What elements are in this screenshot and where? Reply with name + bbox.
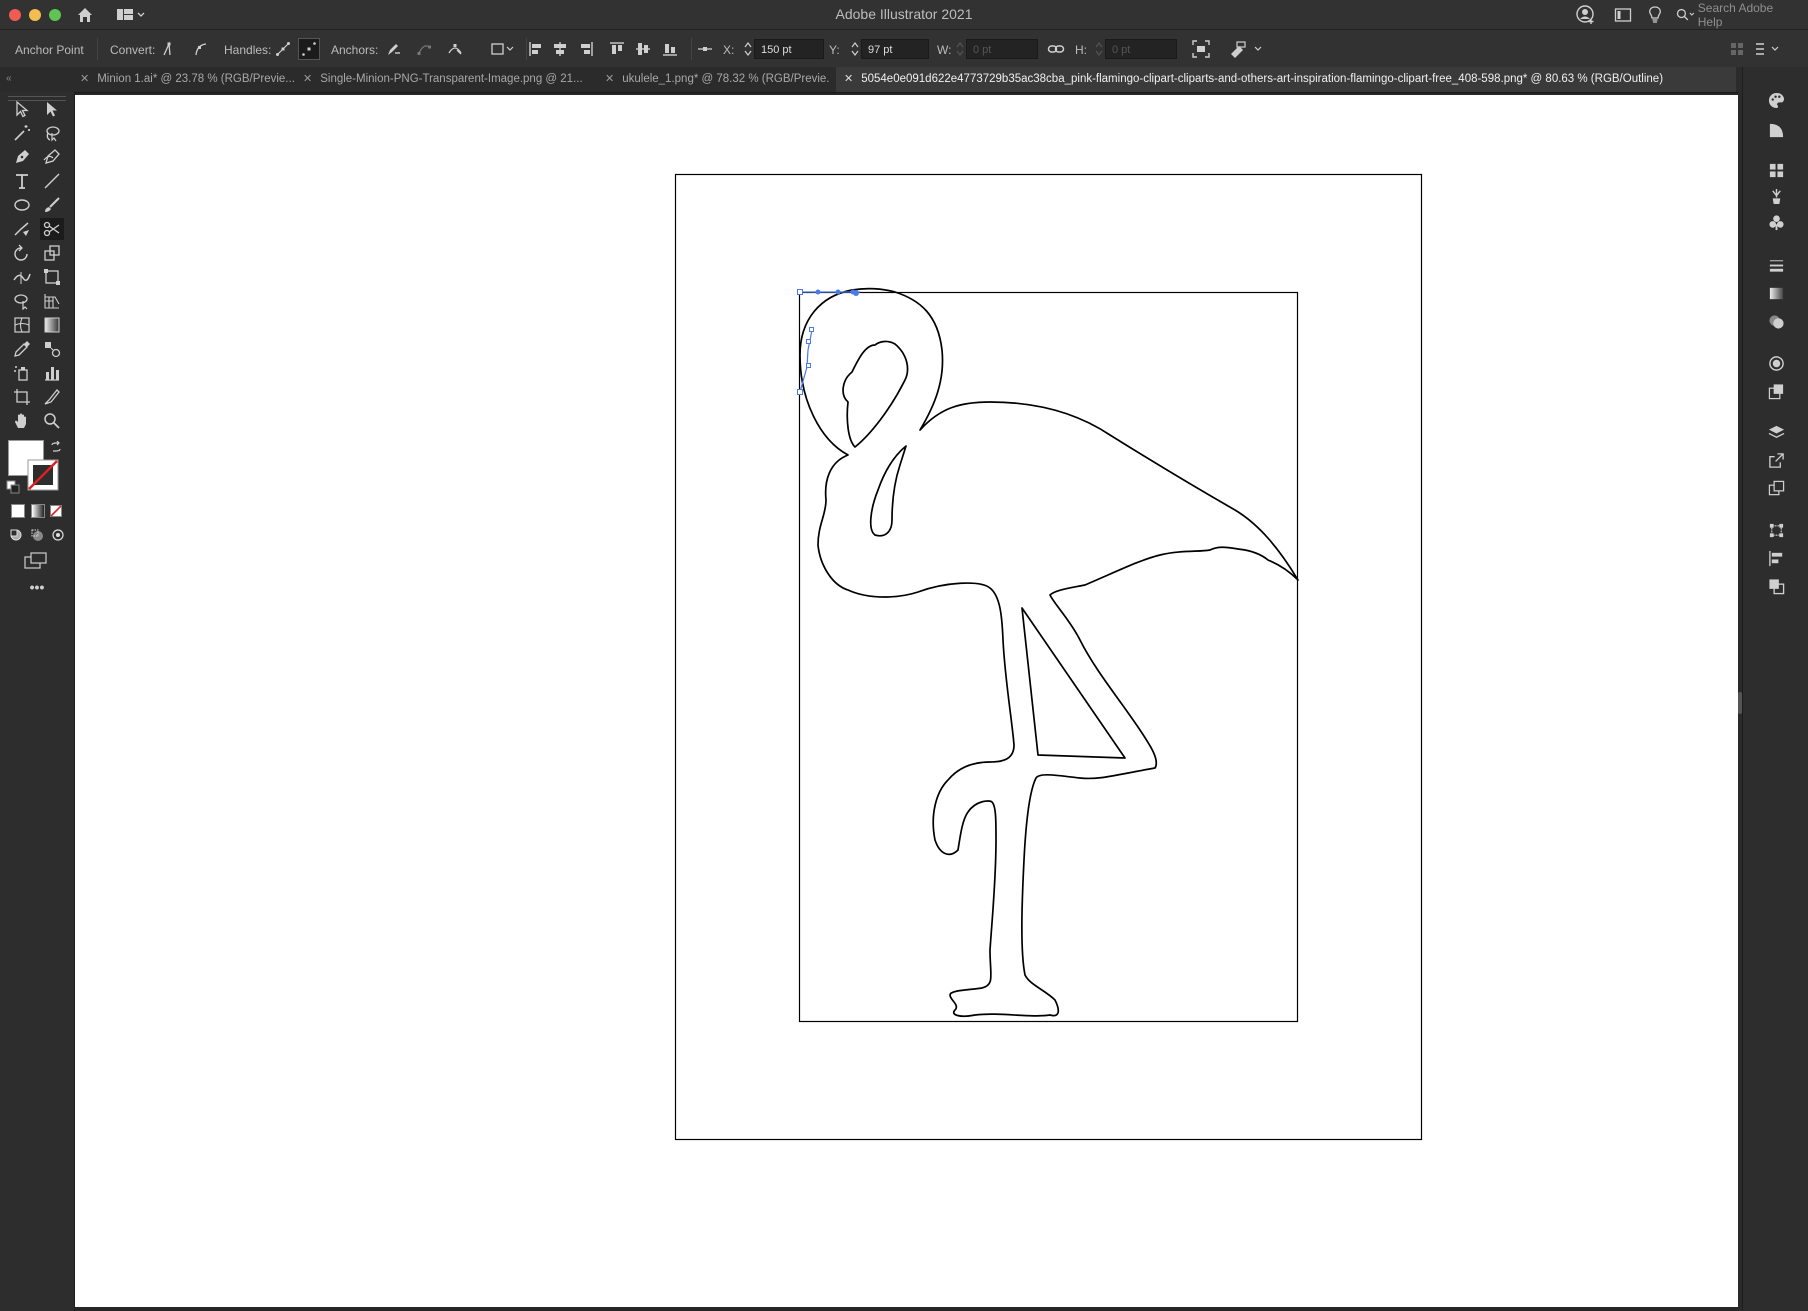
stroke-panel-icon[interactable]	[1766, 255, 1786, 275]
pathfinder-icon[interactable]	[1766, 576, 1786, 596]
color-palette-icon[interactable]	[1766, 90, 1786, 110]
transparency-icon[interactable]	[1766, 311, 1786, 331]
swatches-icon[interactable]	[1766, 160, 1786, 180]
artboards-icon[interactable]	[1766, 478, 1786, 498]
selected-anchor-points[interactable]	[797, 289, 861, 395]
artwork-layer	[674, 173, 1423, 1141]
flamingo-outline-path[interactable]	[799, 287, 1299, 1018]
color-guide-icon[interactable]	[1766, 120, 1786, 140]
align-panel-icon[interactable]	[1766, 548, 1786, 568]
appearance-icon[interactable]	[1766, 353, 1786, 373]
transform-panel-icon[interactable]	[1766, 520, 1786, 540]
brushes-icon[interactable]	[1766, 186, 1786, 206]
export-icon[interactable]	[1766, 450, 1786, 470]
graphic-styles-icon[interactable]	[1766, 381, 1786, 401]
gradient-panel-icon[interactable]	[1766, 283, 1786, 303]
placed-image-bounding-box[interactable]	[798, 291, 1299, 1023]
symbols-icon[interactable]	[1766, 212, 1786, 232]
layers-icon[interactable]	[1766, 422, 1786, 442]
panel-dock	[1742, 67, 1808, 1311]
